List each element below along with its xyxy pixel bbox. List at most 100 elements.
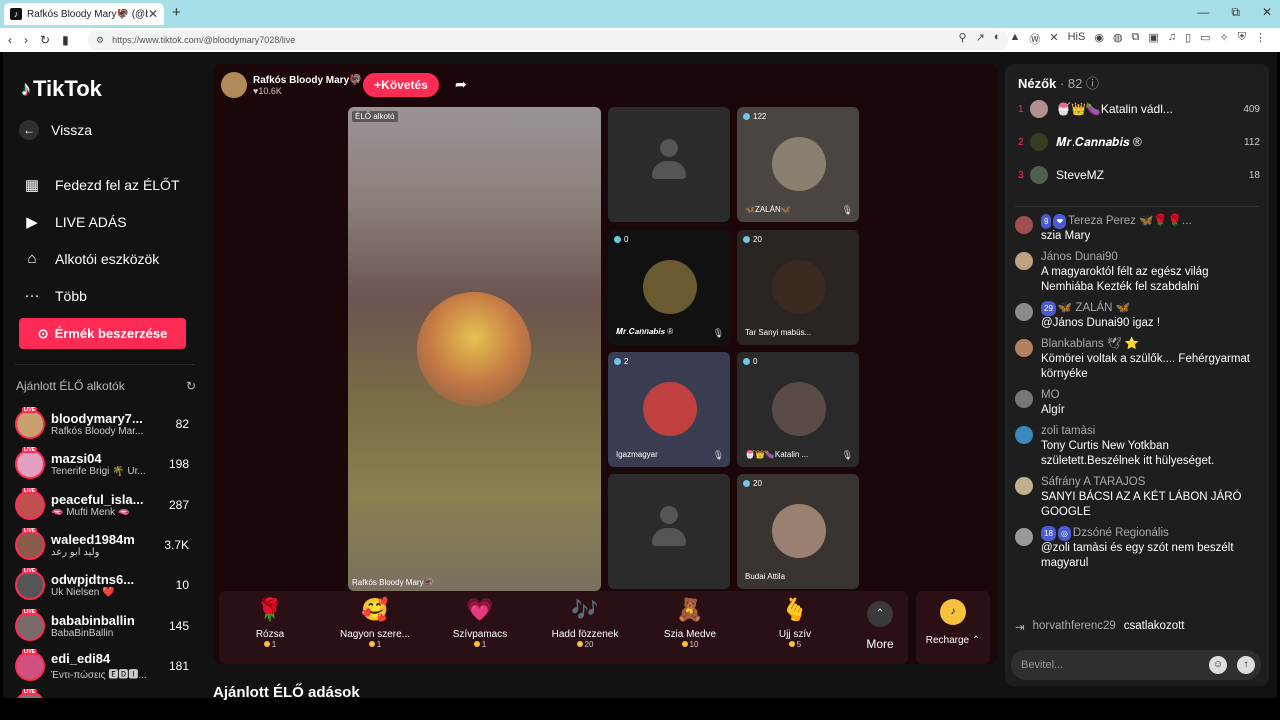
chat-username[interactable]: Sáfrány A TARAJOS <box>1041 476 1145 488</box>
extension-icon[interactable]: ▣ <box>1148 31 1158 47</box>
chat-message[interactable]: 9 ❤ Tereza Perez 🦋🌹🌹... szia Mary <box>1015 214 1261 244</box>
extension-icon[interactable]: ↗ <box>976 31 985 47</box>
guest-tile[interactable]: 122 🦋ZALÁN🦋 🎙 <box>737 107 859 222</box>
chat-message[interactable]: 29 🦋 ZALÁN 🦋 @János Dunai90 igaz ! <box>1015 301 1261 331</box>
sidebar-item-explore-live[interactable]: ▦ Fedezd fel az ÉLŐT <box>23 166 180 203</box>
extension-icon[interactable]: ♫ <box>1168 31 1176 47</box>
site-settings-icon[interactable]: ⚙ <box>96 35 104 46</box>
chat-username[interactable]: 🦋 ZALÁN 🦋 <box>1058 302 1130 314</box>
send-icon[interactable]: ↑ <box>1237 656 1255 674</box>
sidebar-item-creator-tools[interactable]: ⌂ Alkotói eszközök <box>23 240 180 277</box>
chat-username[interactable]: zoli tamàsi <box>1041 425 1095 437</box>
tiktok-logo[interactable]: ♪ TikTok <box>21 76 102 102</box>
chat-username[interactable]: Blankablans 🕊 ⭐ <box>1041 338 1139 350</box>
chat-avatar[interactable] <box>1015 216 1033 234</box>
more-gifts-button[interactable]: ⌃ More <box>855 601 905 651</box>
info-icon[interactable]: ⓘ <box>1086 76 1099 91</box>
creator-row[interactable]: LIVE peaceful_isla... 🫦 Mufti Menk 🫦 287 <box>15 485 195 525</box>
extension-icon[interactable]: ◍ <box>1113 31 1123 47</box>
chat-message[interactable]: Sáfrány A TARAJOS SANYI BÁCSI AZ A KÉT LÁ… <box>1015 475 1261 520</box>
back-icon[interactable]: ‹ <box>8 33 12 47</box>
extension-icon[interactable]: ⛨ <box>1238 31 1246 47</box>
creator-row[interactable]: LIVEyataabuumin <box>15 686 195 698</box>
creator-row[interactable]: LIVE edi_edi84 Έντι-πώσεις 🅴🅳🅸... 181 <box>15 646 195 686</box>
chat-avatar[interactable] <box>1015 390 1033 408</box>
chat-avatar[interactable] <box>1015 252 1033 270</box>
gift-item[interactable]: 🎶 Hadd fözzenek 20 <box>535 597 635 649</box>
refresh-icon[interactable]: ↻ <box>186 379 196 393</box>
guest-tile[interactable]: 20 Tar Sanyi mabüs... <box>737 230 859 345</box>
extension-icon[interactable]: ▲ <box>1009 31 1020 47</box>
chat-avatar[interactable] <box>1015 303 1033 321</box>
gift-item[interactable]: 💗 Szívpamacs 1 <box>430 597 530 649</box>
tab-close-icon[interactable]: ✕ <box>148 7 158 21</box>
chat-message[interactable]: 18 ◎ Dzsóné Regionális @zoli tamàsi és egy … <box>1015 526 1261 571</box>
extension-icon[interactable]: ⧉ <box>1132 31 1140 47</box>
recharge-button[interactable]: ♪ Recharge ⌃ <box>916 591 990 664</box>
gift-item[interactable]: 🧸 Szia Medve 10 <box>640 597 740 649</box>
extension-icon[interactable]: ▭ <box>1200 31 1210 47</box>
creator-avatar[interactable]: LIVE <box>15 407 45 440</box>
creator-row[interactable]: LIVE waleed1984m وليد ابو رعد 3.7K <box>15 525 195 565</box>
chat-username[interactable]: MO <box>1041 389 1060 401</box>
follow-button[interactable]: +Követés <box>363 73 439 97</box>
back-link[interactable]: ← Vissza <box>19 120 92 140</box>
chat-avatar[interactable] <box>1015 528 1033 546</box>
guest-tile[interactable]: 2 Igazmagyar 🎙 <box>608 352 730 467</box>
gift-item[interactable]: 🥰 Nagyon szere... 1 <box>325 597 425 649</box>
extension-icon[interactable]: HiS <box>1068 31 1086 47</box>
creator-avatar[interactable]: LIVE <box>15 608 45 641</box>
chat-message[interactable]: MO Algír <box>1015 388 1261 418</box>
creator-row[interactable]: LIVE mazsi04 Tenerife Brigi 🌴 Úr... 198 <box>15 444 195 484</box>
guest-tile[interactable]: 0 🍧👑🍆Katalin ... 🎙 <box>737 352 859 467</box>
chat-message[interactable]: zoli tamàsi Tony Curtis New Yotkban szüle… <box>1015 424 1261 469</box>
reload-icon[interactable]: ↻ <box>40 33 50 47</box>
minimize-button[interactable]: — <box>1197 5 1209 20</box>
chat-message[interactable]: János Dunai90 A magyaroktól félt az egész… <box>1015 250 1261 295</box>
chat-avatar[interactable] <box>1015 477 1033 495</box>
creator-avatar[interactable]: LIVE <box>15 648 45 681</box>
extension-icon[interactable]: ✕ <box>1049 31 1058 47</box>
extension-icon[interactable]: ▯ <box>1185 31 1191 47</box>
bookmark-icon[interactable]: ▮ <box>62 33 69 47</box>
creator-avatar[interactable]: LIVE <box>15 528 45 561</box>
forward-icon[interactable]: › <box>24 33 28 47</box>
creator-row[interactable]: LIVE bababinballin BabaBinBallin 145 <box>15 605 195 645</box>
guest-tile[interactable]: 0 𝑴𝒓.𝑪𝒂𝒏𝒏𝒂𝒃𝒊𝒔 ® 🎙 <box>608 230 730 345</box>
host-info[interactable]: Rafkós Bloody Mary🦃 ♥10.6K <box>221 72 362 98</box>
extension-icon[interactable]: Ⓦ <box>1029 31 1040 47</box>
creator-avatar[interactable]: LIVE <box>15 689 45 698</box>
url-field[interactable]: ⚙ https://www.tiktok.com/@bloodymary7028… <box>88 30 1008 50</box>
top-viewer-row[interactable]: 1 🍧👑🍆Katalin vádl... 409 <box>1018 100 1260 118</box>
restore-button[interactable]: ⧉ <box>1231 5 1240 20</box>
browser-tab[interactable]: ♪ Rafkós Bloody Mary🦃 (@blo ✕ <box>4 3 164 25</box>
sidebar-item-more[interactable]: ··· Több <box>23 277 180 314</box>
guest-tile[interactable] <box>608 474 730 589</box>
extension-icon[interactable]: ⋮ <box>1255 31 1266 47</box>
top-viewer-row[interactable]: 2 𝑴𝒓.𝑪𝒂𝒏𝒏𝒂𝒃𝒊𝒔 ® 112 <box>1018 133 1260 151</box>
emoji-icon[interactable]: ☺ <box>1209 656 1227 674</box>
extension-icon[interactable]: ◉ <box>1094 31 1104 47</box>
top-viewer-row[interactable]: 3 SteveMZ 18 <box>1018 166 1260 184</box>
main-video[interactable]: ÉLŐ alkotó Rafkós Bloody Mary🦃 <box>348 107 601 591</box>
chat-avatar[interactable] <box>1015 426 1033 444</box>
chat-input[interactable]: Bevitel... ☺ ↑ <box>1011 650 1261 680</box>
chat-username[interactable]: János Dunai90 <box>1041 251 1118 263</box>
creator-row[interactable]: LIVE bloodymary7... Rafkós Bloody Mar... 82 <box>15 404 195 444</box>
creator-avatar[interactable]: LIVE <box>15 447 45 480</box>
extension-icon[interactable]: ✧ <box>1220 31 1229 47</box>
get-coins-button[interactable]: ⊙ Érmék beszerzése <box>19 318 186 349</box>
host-avatar[interactable] <box>221 72 247 98</box>
sidebar-item-live-broadcast[interactable]: ▶ LIVE ADÁS <box>23 203 180 240</box>
share-icon[interactable]: ➦ <box>455 76 467 93</box>
chat-message[interactable]: Blankablans 🕊 ⭐ Kömörei voltak a szülők..… <box>1015 337 1261 382</box>
extension-icon[interactable]: ◐ <box>994 31 1001 47</box>
gift-item[interactable]: 🫰 Ujj szív 5 <box>745 597 845 649</box>
viewers-title[interactable]: Nézők · 82 ⓘ <box>1018 73 1099 92</box>
creator-avatar[interactable]: LIVE <box>15 568 45 601</box>
extension-icon[interactable]: ⚲ <box>959 31 967 47</box>
guest-tile[interactable] <box>608 107 730 222</box>
new-tab-button[interactable]: + <box>172 4 181 21</box>
gift-item[interactable]: 🌹 Rózsa 1 <box>220 597 320 649</box>
guest-tile[interactable]: 20 Budai Attila <box>737 474 859 589</box>
